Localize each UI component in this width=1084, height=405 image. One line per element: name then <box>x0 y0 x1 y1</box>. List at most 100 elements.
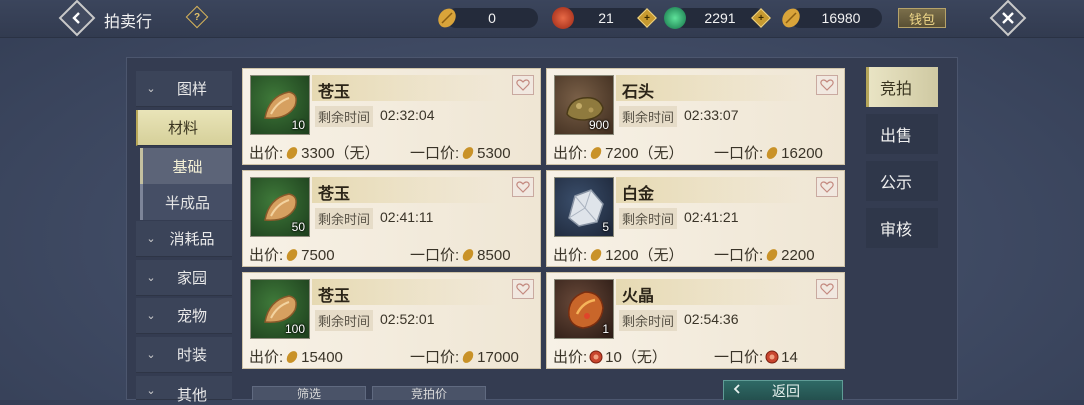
time-remaining: 02:33:07 <box>684 107 739 123</box>
subcategory-semi-finished[interactable]: 半成品 <box>140 184 232 220</box>
category-label: 图样 <box>176 81 207 98</box>
chevron-down-icon: ⌄ <box>146 233 156 245</box>
currency-gold-0: 0 <box>446 8 538 28</box>
category-pets[interactable]: ⌄ 宠物 <box>136 298 232 334</box>
favorite-button[interactable] <box>512 279 534 299</box>
subcategory-label: 半成品 <box>164 194 210 212</box>
return-label: 返回 <box>772 382 800 399</box>
item-thumbnail: 5 <box>554 177 614 237</box>
gold-leaf-icon <box>780 7 802 29</box>
wallet-button[interactable]: 钱包 <box>898 8 946 28</box>
gold-leaf-icon <box>436 7 458 29</box>
chevron-left-icon <box>66 7 88 29</box>
category-other[interactable]: ⌄ 其他 <box>136 376 232 404</box>
category-label: 家园 <box>176 270 207 287</box>
item-card[interactable]: 10 苍玉 剩余时间 02:32:04 出价: 3300（无） 一口价: 5300 <box>242 68 541 165</box>
category-fashion[interactable]: ⌄ 时装 <box>136 337 232 373</box>
item-name: 苍玉 <box>318 186 351 203</box>
heart-icon <box>820 283 834 295</box>
heart-icon <box>516 79 530 91</box>
item-quantity: 1 <box>602 322 609 336</box>
bid-price: 出价: 1200（无） <box>553 247 684 264</box>
favorite-button[interactable] <box>816 177 838 197</box>
category-patterns[interactable]: ⌄ 图样 <box>136 71 232 107</box>
item-card[interactable]: 50 苍玉 剩余时间 02:41:11 出价: 7500 一口价: 8500 <box>242 170 541 267</box>
item-card[interactable]: 100 苍玉 剩余时间 02:52:01 出价: 15400 一口价: 17000 <box>242 272 541 369</box>
tab-sell[interactable]: 出售 <box>866 114 938 154</box>
item-quantity: 900 <box>588 118 609 132</box>
category-label: 时装 <box>176 347 207 364</box>
gold-leaf-icon <box>766 147 778 159</box>
time-remaining: 02:32:04 <box>380 107 435 123</box>
time-remaining-label: 剩余时间 <box>619 106 678 127</box>
category-materials[interactable]: 材料 <box>136 110 232 146</box>
heart-icon <box>820 79 834 91</box>
buyout-price: 一口价: 14 <box>714 349 798 366</box>
favorite-button[interactable] <box>512 177 534 197</box>
category-home[interactable]: ⌄ 家园 <box>136 260 232 296</box>
subcategory-label: 基础 <box>172 158 203 176</box>
time-remaining-label: 剩余时间 <box>315 310 374 331</box>
heart-icon <box>820 181 834 193</box>
item-name: 苍玉 <box>318 288 351 305</box>
tab-public[interactable]: 公示 <box>866 161 938 201</box>
time-remaining: 02:41:21 <box>684 209 739 225</box>
chevron-down-icon: ⌄ <box>146 83 156 95</box>
tab-label: 公示 <box>880 175 913 192</box>
item-quantity: 10 <box>291 118 305 132</box>
item-name: 苍玉 <box>318 84 351 101</box>
filter-button[interactable]: 筛选 <box>252 386 366 400</box>
item-card[interactable]: 900 石头 剩余时间 02:33:07 出价: 7200（无） 一口价: 1620… <box>546 68 845 165</box>
gold-leaf-icon <box>286 147 298 159</box>
currency-value: 21 <box>598 10 614 26</box>
gold-leaf-icon <box>286 249 298 261</box>
time-remaining-label: 剩余时间 <box>315 208 374 229</box>
red-orb-icon <box>765 350 779 364</box>
gold-leaf-icon <box>590 249 602 261</box>
item-name: 火晶 <box>622 288 655 305</box>
category-label: 消耗品 <box>169 231 215 248</box>
item-card[interactable]: 5 白金 剩余时间 02:41:21 出价: 1200（无） 一口价: 2200 <box>546 170 845 267</box>
tab-label: 出售 <box>880 128 913 145</box>
item-quantity: 100 <box>284 322 305 336</box>
favorite-button[interactable] <box>816 75 838 95</box>
category-label: 其他 <box>176 387 207 404</box>
bid-price: 出价: 10（无） <box>553 349 667 366</box>
item-card[interactable]: 1 火晶 剩余时间 02:54:36 出价: 10（无） 一口价: 14 <box>546 272 845 369</box>
item-thumbnail: 50 <box>250 177 310 237</box>
item-name: 石头 <box>622 84 655 101</box>
bid-price: 出价: 15400 <box>249 349 343 366</box>
buyout-price: 一口价: 17000 <box>410 349 519 366</box>
favorite-button[interactable] <box>512 75 534 95</box>
buyout-price: 一口价: 2200 <box>714 247 815 264</box>
gold-leaf-icon <box>766 249 778 261</box>
gold-leaf-icon <box>462 351 474 363</box>
item-thumbnail: 100 <box>250 279 310 339</box>
chevron-down-icon: ⌄ <box>146 272 156 284</box>
time-remaining-label: 剩余时间 <box>619 208 678 229</box>
currency-value: 16980 <box>821 10 861 26</box>
close-icon <box>997 7 1019 29</box>
bid-price: 出价: 7200（无） <box>553 145 684 162</box>
time-remaining: 02:52:01 <box>380 311 435 327</box>
category-consumables[interactable]: ⌄ 消耗品 <box>136 221 232 257</box>
item-name: 白金 <box>622 186 655 203</box>
time-remaining-label: 剩余时间 <box>315 106 374 127</box>
bid-price: 出价: 3300（无） <box>249 145 380 162</box>
return-button[interactable]: 返回 <box>723 380 843 400</box>
gold-leaf-icon <box>462 147 474 159</box>
time-remaining-label: 剩余时间 <box>619 310 678 331</box>
page-title: 拍卖行 <box>104 14 153 31</box>
gold-leaf-icon <box>286 351 298 363</box>
subcategory-basic[interactable]: 基础 <box>140 148 232 184</box>
gold-leaf-icon <box>590 147 602 159</box>
chevron-left-icon <box>724 384 750 397</box>
sort-bid-price-button[interactable]: 竞拍价 <box>372 386 486 400</box>
red-orb-icon <box>552 7 574 29</box>
gold-leaf-icon <box>462 249 474 261</box>
tab-bid[interactable]: 竞拍 <box>866 67 938 107</box>
favorite-button[interactable] <box>816 279 838 299</box>
buyout-price: 一口价: 8500 <box>410 247 511 264</box>
tab-review[interactable]: 审核 <box>866 208 938 248</box>
item-thumbnail: 1 <box>554 279 614 339</box>
